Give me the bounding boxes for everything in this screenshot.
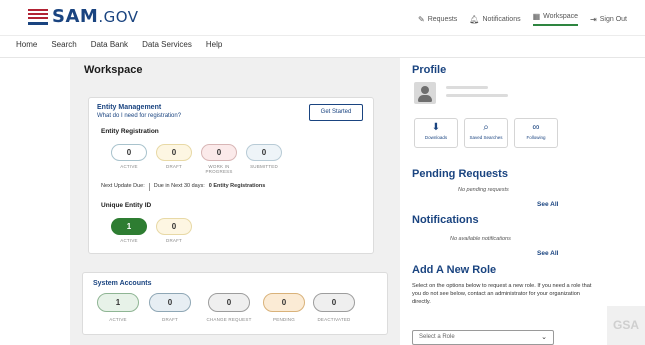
due-value: 0 Entity Registrations [208,183,266,189]
redacted-email [446,94,508,97]
pending-requests-see-all[interactable]: See All [537,201,558,208]
notifications-empty: No available notifications [450,236,511,242]
nav-data-services[interactable]: Data Services [142,40,192,49]
profile-title: Profile [412,64,447,76]
next-update-line: Next Update Due: Due in Next 30 days: 0 … [101,183,265,191]
uei-title: Unique Entity ID [101,202,152,209]
saved-searches-tile[interactable]: ⌕ Saved Searches [464,118,508,148]
sa-active-count[interactable]: 1 [97,293,139,312]
sa-pending-count[interactable]: 0 [263,293,305,312]
signout-icon: ⇥ [590,14,597,24]
flag-icon [28,8,48,25]
nav-search[interactable]: Search [51,40,76,49]
requests-link[interactable]: ✎ Requests [418,15,457,24]
registration-active-label: ACTIVE [120,164,138,169]
bell-icon: 🔔︎ [469,14,480,24]
gsa-watermark: GSA [607,306,645,345]
grid-icon: ▦ [532,12,541,21]
following-tile[interactable]: ∞ Following [514,118,558,148]
notifications-see-all[interactable]: See All [537,250,558,257]
workspace-title: Workspace [84,64,143,76]
sa-active-label: ACTIVE [109,317,127,322]
divider [148,183,150,191]
add-role-title: Add A New Role [412,264,497,276]
due-text: Due in Next 30 days: [153,183,205,189]
site-header: SAM.GOV ✎ Requests 🔔︎ Notifications ▦ Works… [0,0,645,36]
add-role-text: Select on the options below to request a… [412,283,592,305]
entity-registration-title: Entity Registration [101,128,159,135]
registration-draft-count[interactable]: 0 [156,144,192,161]
main-nav: Home Search Data Bank Data Services Help [0,36,645,58]
role-select-value: Select a Role [419,334,455,340]
system-accounts-title[interactable]: System Accounts [93,280,151,287]
notifications-link[interactable]: 🔔︎ Notifications [469,15,520,24]
sa-deactivated-count[interactable]: 0 [313,293,355,312]
entity-management-card: Entity Management What do I need for reg… [88,97,374,254]
uei-active-label: ACTIVE [120,238,138,243]
registration-help-link[interactable]: What do I need for registration? [97,113,181,119]
chevron-down-icon: ⌄ [541,334,547,341]
get-started-button[interactable]: Get Started [309,104,363,121]
uei-active-count[interactable]: 1 [111,218,147,235]
sa-pending-label: PENDING [273,317,295,322]
uei-draft-label: DRAFT [166,238,182,243]
pending-requests-empty: No pending requests [458,187,509,193]
registration-draft-label: DRAFT [166,164,182,169]
registration-active-count[interactable]: 0 [111,144,147,161]
binoculars-icon: ∞ [532,122,540,133]
sa-deactivated-label: DEACTIVATED [317,317,351,322]
top-links: ✎ Requests 🔔︎ Notifications ▦ Workspace ⇥ Si… [418,12,627,26]
signout-link[interactable]: ⇥ Sign Out [590,15,627,24]
saved-search-icon: ⌕ [483,122,489,133]
entity-management-title[interactable]: Entity Management [97,104,161,111]
registration-submitted-label: SUBMITTED [250,164,278,169]
sa-change-request-label: CHANGE REQUEST [206,317,252,322]
sa-draft-label: DRAFT [162,317,178,322]
sa-draft-count[interactable]: 0 [149,293,191,312]
redacted-name [446,86,488,89]
download-icon: ⬇ [431,122,441,133]
downloads-tile[interactable]: ⬇ Downloads [414,118,458,148]
system-accounts-card: System Accounts 1 ACTIVE 0 DRAFT 0 CHANG… [82,272,388,335]
registration-submitted-count[interactable]: 0 [246,144,282,161]
registration-wip-count[interactable]: 0 [201,144,237,161]
next-update-label: Next Update Due: [101,183,145,189]
sa-change-request-count[interactable]: 0 [208,293,250,312]
workspace-link[interactable]: ▦ Workspace [532,12,579,26]
sam-logo[interactable]: SAM.GOV [28,6,139,27]
logo-text: SAM [52,6,99,27]
avatar [414,82,436,104]
nav-help[interactable]: Help [206,40,222,49]
edit-icon: ✎ [418,14,425,24]
pending-requests-title: Pending Requests [412,168,508,180]
role-select[interactable]: Select a Role ⌄ [412,330,554,345]
registration-wip-label: WORK IN PROGRESS [205,164,233,174]
uei-draft-count[interactable]: 0 [156,218,192,235]
logo-suffix: .GOV [98,8,139,26]
nav-data-bank[interactable]: Data Bank [91,40,128,49]
nav-home[interactable]: Home [16,40,37,49]
notifications-title: Notifications [412,214,479,226]
